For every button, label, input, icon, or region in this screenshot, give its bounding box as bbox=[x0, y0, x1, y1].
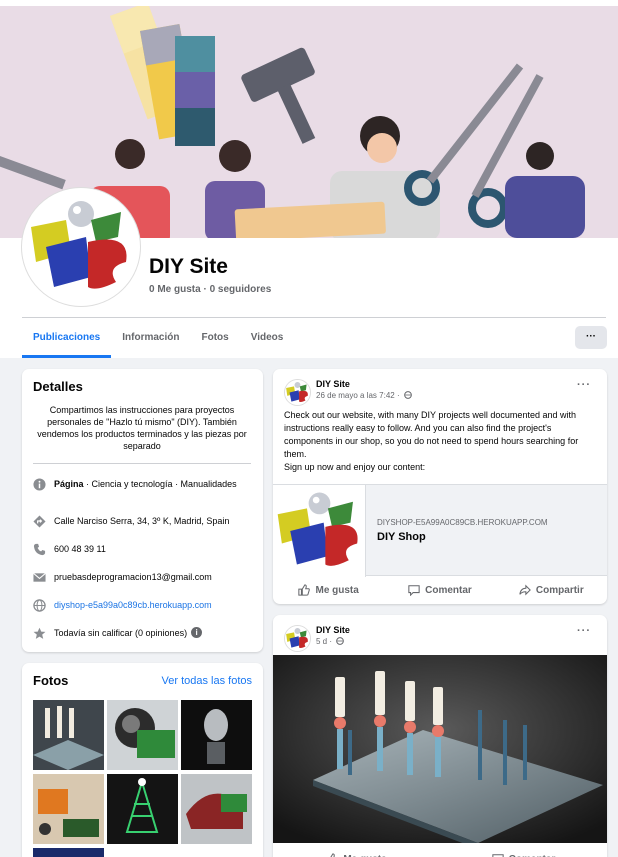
post-time-text: 5 d · bbox=[316, 637, 333, 646]
post-photo[interactable] bbox=[273, 655, 607, 843]
globe-icon bbox=[336, 637, 345, 645]
rating-info-icon[interactable]: i bbox=[191, 627, 203, 638]
tab-fotos[interactable]: Fotos bbox=[190, 320, 239, 358]
link-preview-title: DIY Shop bbox=[377, 531, 426, 543]
like-button[interactable]: Me gusta bbox=[273, 847, 440, 857]
photo-thumbnail[interactable] bbox=[33, 848, 104, 857]
tab-videos[interactable]: Videos bbox=[240, 320, 295, 358]
post-options-button[interactable]: ··· bbox=[577, 625, 591, 637]
like-button[interactable]: Me gusta bbox=[273, 576, 384, 604]
website-row: diyshop-e5a99a0c89cb.herokuapp.com bbox=[33, 599, 253, 612]
thumbs-up-icon bbox=[330, 853, 336, 857]
globe-icon bbox=[404, 391, 412, 399]
photo-thumbnail[interactable] bbox=[33, 774, 104, 844]
more-options-button[interactable]: ··· bbox=[575, 326, 607, 349]
post-text: Check out our website, with many DIY pro… bbox=[284, 409, 598, 474]
comment-icon bbox=[491, 854, 504, 857]
post-options-button[interactable]: ··· bbox=[577, 379, 591, 391]
globe-icon bbox=[33, 599, 46, 612]
comment-label: Comentar bbox=[425, 584, 472, 596]
share-label: Compartir bbox=[535, 584, 584, 596]
page-header: DIY Site 0 Me gusta · 0 seguidores Publi… bbox=[0, 0, 618, 358]
comment-label: Comentar bbox=[509, 854, 556, 857]
details-title: Detalles bbox=[33, 379, 83, 394]
see-all-photos-link[interactable]: Ver todas las fotos bbox=[162, 675, 253, 687]
page-avatar[interactable] bbox=[22, 188, 140, 306]
rating-text: Todavía sin calificar (0 opiniones) bbox=[54, 628, 188, 638]
tab-publicaciones[interactable]: Publicaciones bbox=[22, 320, 112, 358]
post-text-paragraph: Sign up now and enjoy our content: bbox=[284, 462, 426, 472]
website-link[interactable]: diyshop-e5a99a0c89cb.herokuapp.com bbox=[54, 599, 212, 611]
address-row: Calle Narciso Serra, 34, 3º K, Madrid, S… bbox=[33, 515, 253, 528]
photo-thumbnail[interactable] bbox=[33, 700, 104, 770]
post-text-paragraph: Check out our website, with many DIY pro… bbox=[284, 410, 579, 459]
category-value: · Ciencia y tecnología · Manualidades bbox=[83, 479, 237, 489]
post-time-text: 26 de mayo a las 7:42 · bbox=[316, 391, 400, 400]
category-row: Página · Ciencia y tecnología · Manualid… bbox=[33, 478, 253, 491]
email-row: pruebasdeprogramacion13@gmail.com bbox=[33, 571, 253, 584]
info-circle-icon bbox=[33, 478, 46, 491]
phone-row: 600 48 39 11 bbox=[33, 543, 253, 556]
comment-button[interactable]: Comentar bbox=[440, 847, 607, 857]
photo-thumbnail[interactable] bbox=[107, 700, 178, 770]
directions-icon bbox=[33, 515, 46, 528]
post-author-avatar[interactable] bbox=[284, 379, 311, 406]
details-divider bbox=[33, 463, 251, 464]
post-actions: Me gusta Comentar bbox=[273, 847, 607, 857]
link-preview[interactable]: DIYSHOP-E5A99A0C89CB.HEROKUAPP.COM DIY S… bbox=[273, 484, 607, 577]
photo-thumbnail[interactable] bbox=[181, 700, 252, 770]
post-timestamp[interactable]: 5 d · bbox=[316, 637, 345, 646]
photos-title: Fotos bbox=[33, 673, 69, 688]
like-label: Me gusta bbox=[343, 854, 386, 857]
post-author-name[interactable]: DIY Site bbox=[316, 625, 350, 635]
mail-icon bbox=[33, 572, 46, 582]
share-icon bbox=[519, 584, 531, 596]
photos-card: Fotos Ver todas las fotos bbox=[22, 663, 263, 857]
photo-thumbnail[interactable] bbox=[181, 774, 252, 844]
tab-informacion[interactable]: Información bbox=[111, 320, 190, 358]
page-title: DIY Site bbox=[149, 255, 228, 278]
about-text: Compartimos las instrucciones para proye… bbox=[37, 405, 247, 451]
share-button[interactable]: Compartir bbox=[496, 576, 607, 604]
post-author-name[interactable]: DIY Site bbox=[316, 379, 350, 389]
star-icon bbox=[33, 627, 46, 639]
post-timestamp[interactable]: 26 de mayo a las 7:42 · bbox=[316, 391, 412, 400]
comment-icon bbox=[408, 585, 420, 596]
link-preview-image bbox=[273, 485, 366, 577]
like-label: Me gusta bbox=[315, 584, 359, 596]
page-stats: 0 Me gusta · 0 seguidores bbox=[149, 284, 272, 295]
page-tabs: Publicaciones Información Fotos Videos bbox=[22, 320, 294, 358]
post-author-avatar[interactable] bbox=[284, 625, 311, 652]
address-text: Calle Narciso Serra, 34, 3º K, Madrid, S… bbox=[54, 516, 230, 526]
post-card: DIY Site 26 de mayo a las 7:42 · ··· Che… bbox=[273, 369, 607, 604]
post-actions: Me gusta Comentar Compartir bbox=[273, 576, 607, 604]
category-label: Página bbox=[54, 479, 84, 489]
phone-text: 600 48 39 11 bbox=[54, 544, 106, 554]
photo-thumbnail[interactable] bbox=[107, 774, 178, 844]
header-divider bbox=[22, 317, 606, 318]
thumbs-up-icon bbox=[298, 584, 311, 596]
rating-row: Todavía sin calificar (0 opiniones) i bbox=[33, 627, 253, 640]
post-card: DIY Site 5 d · ··· bbox=[273, 615, 607, 857]
phone-icon bbox=[33, 543, 46, 556]
link-preview-domain: DIYSHOP-E5A99A0C89CB.HEROKUAPP.COM bbox=[377, 518, 548, 527]
email-text[interactable]: pruebasdeprogramacion13@gmail.com bbox=[54, 571, 212, 583]
comment-button[interactable]: Comentar bbox=[384, 576, 495, 604]
details-card: Detalles Compartimos las instrucciones p… bbox=[22, 369, 263, 652]
